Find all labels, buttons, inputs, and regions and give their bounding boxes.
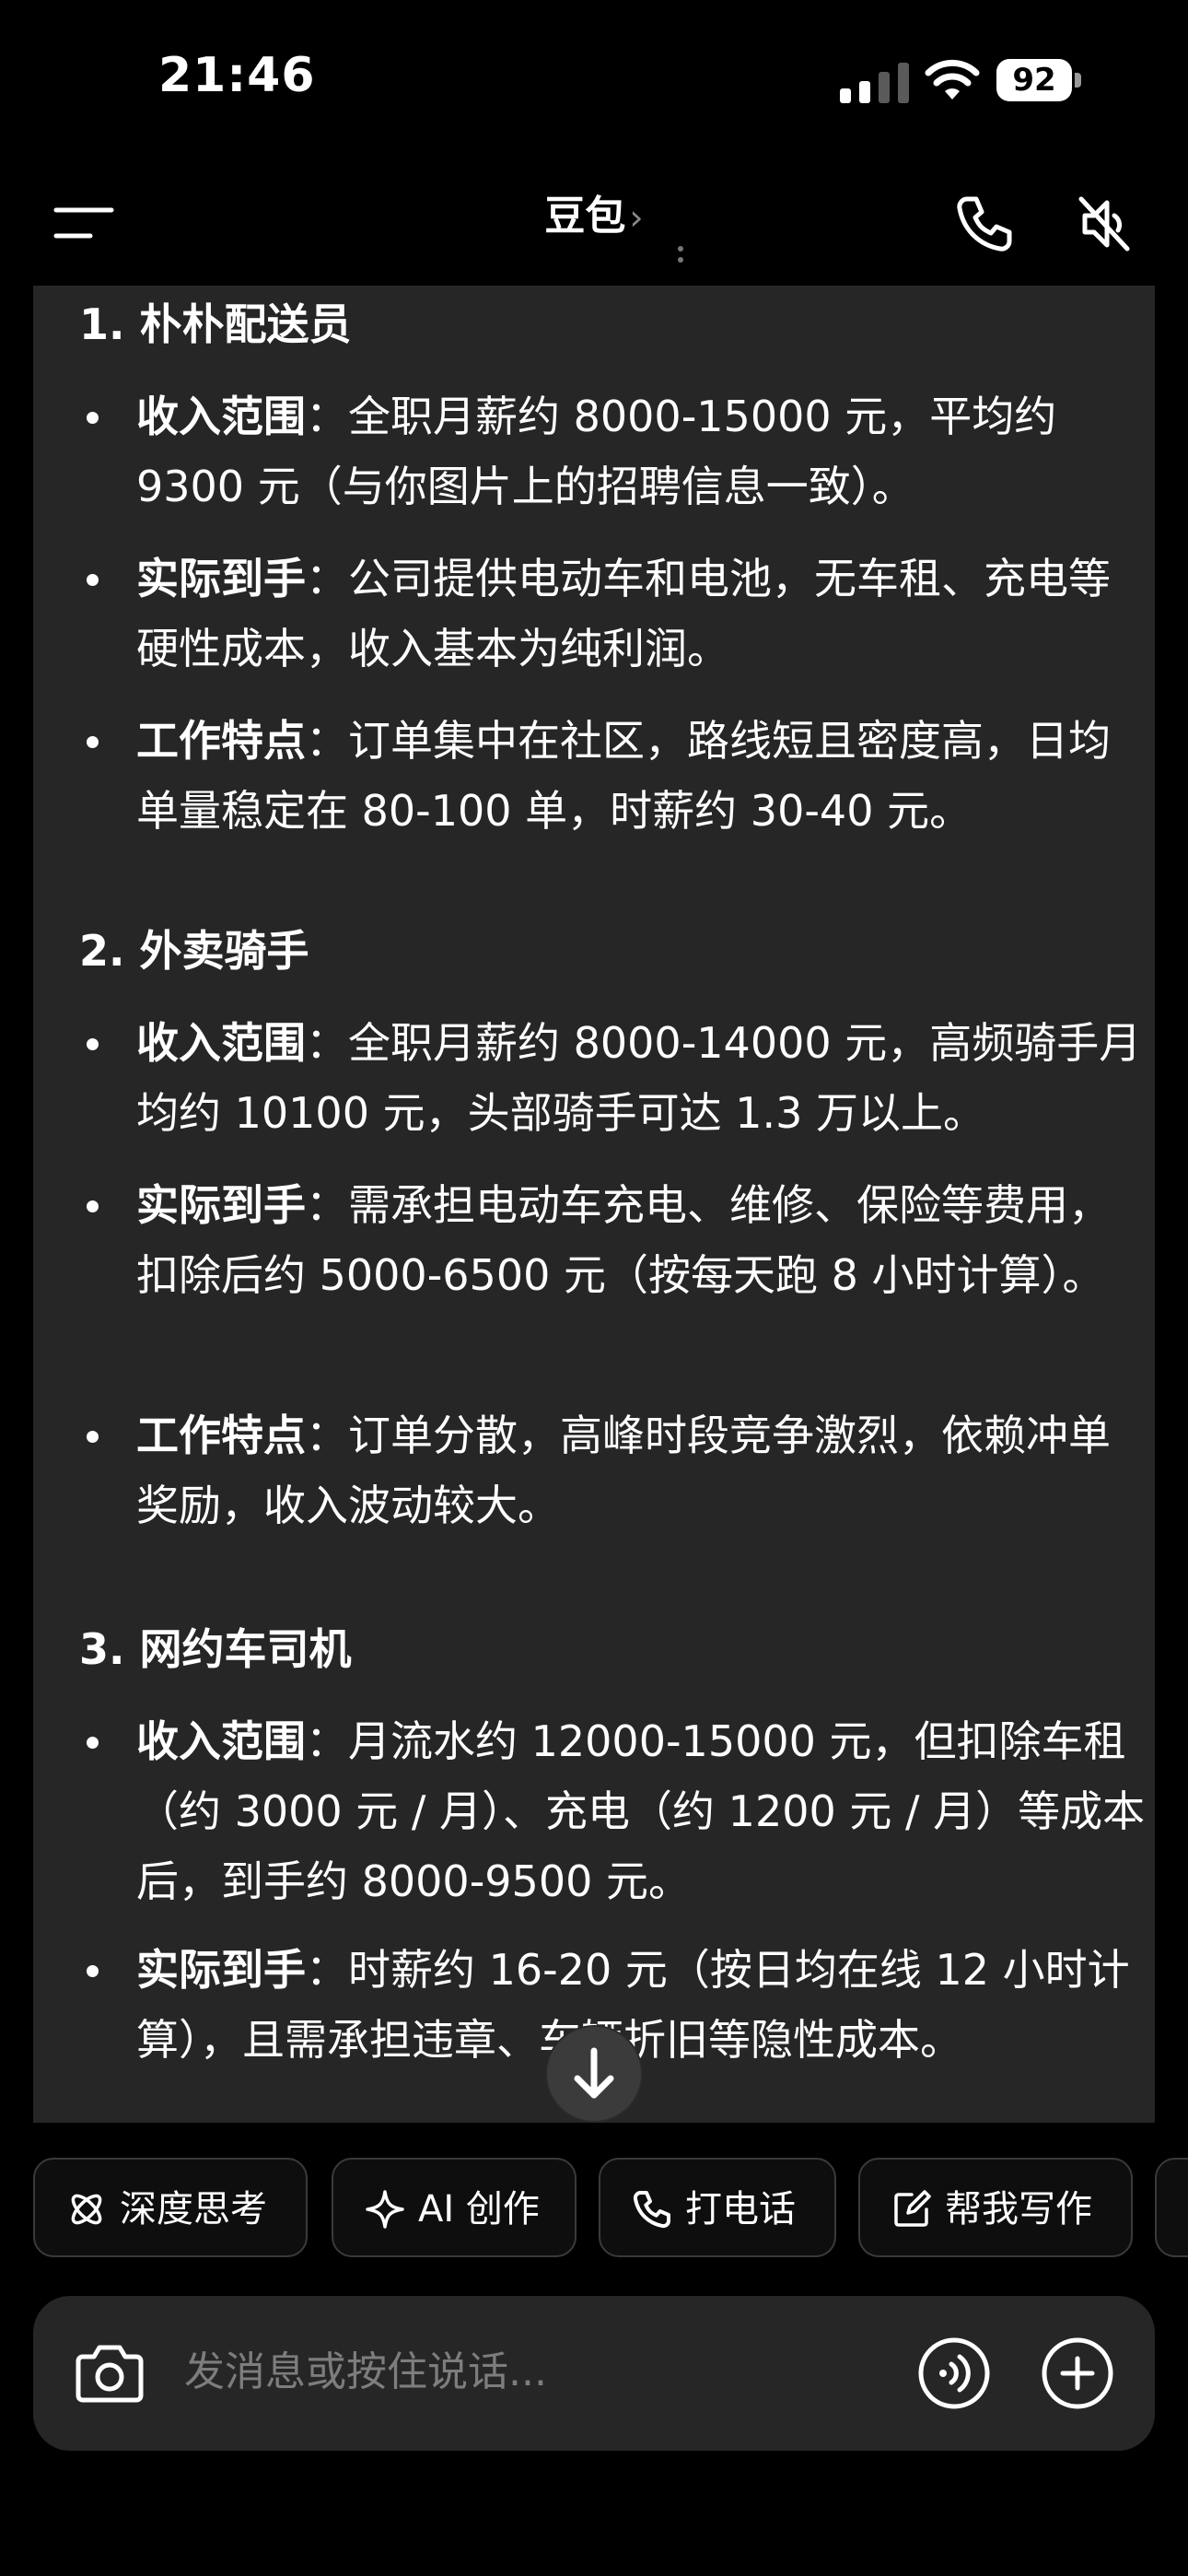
message-input[interactable]: 发消息或按住说话... <box>184 2340 547 2405</box>
list-item: 工作特点：订单集中在社区，路线短且密度高，日均单量稳定在 80-100 单，时薪… <box>87 706 1146 846</box>
section-title: 3. 网约车司机 <box>79 1624 352 1674</box>
chevron-right-icon: › <box>629 197 644 238</box>
battery-level: 92 <box>996 59 1072 101</box>
bullet-label: 工作特点 <box>136 716 306 766</box>
list-item: 工作特点：订单分散，高峰时段竞争激烈，依赖冲单奖励，收入波动较大。 <box>87 1400 1146 1540</box>
bullet-label: 收入范围 <box>136 1018 306 1068</box>
quick-actions-bar: 深度思考 AI 创作 打电话 帮我写作 <box>33 2158 1188 2261</box>
list-item: 收入范围：全职月薪约 8000-14000 元，高频骑手月均约 10100 元，… <box>87 1008 1146 1148</box>
status-bar: 21:46 92 <box>0 0 1188 157</box>
typing-indicator-icon <box>678 246 683 263</box>
chip-label: 打电话 <box>685 2188 796 2231</box>
signal-icon <box>840 63 909 103</box>
assistant-message: 1. 朴朴配送员 收入范围：全职月薪约 8000-15000 元，平均约 930… <box>33 286 1155 2123</box>
bullet-separator: ： <box>306 554 348 603</box>
bullet-label: 实际到手 <box>136 1180 306 1230</box>
camera-icon[interactable] <box>76 2342 144 2403</box>
phone-icon <box>633 2191 670 2229</box>
sparkle-icon <box>366 2190 404 2229</box>
chip-label: 深度思考 <box>120 2188 267 2231</box>
bullet-separator: ： <box>306 392 348 441</box>
bullet-label: 收入范围 <box>136 1716 306 1766</box>
bullet-dot <box>87 412 99 424</box>
list-item: 实际到手：公司提供电动车和电池，无车租、充电等硬性成本，收入基本为纯利润。 <box>87 544 1146 684</box>
list-item: 收入范围：月流水约 12000-15000 元，但扣除车租（约 3000 元 /… <box>87 1706 1146 1916</box>
bullet-separator: ： <box>306 716 348 766</box>
bullet-dot <box>87 1038 99 1050</box>
bullet-separator: ： <box>306 1411 348 1460</box>
bullet-label: 实际到手 <box>136 554 306 603</box>
bullet-dot <box>87 1200 99 1212</box>
bullet-separator: ： <box>306 1716 348 1766</box>
speaker-mute-icon[interactable] <box>1074 193 1135 254</box>
bullet-dot <box>87 1965 99 1977</box>
edit-icon <box>894 2190 931 2227</box>
section-title: 1. 朴朴配送员 <box>79 299 352 349</box>
chip-ai-create[interactable]: AI 创作 <box>332 2158 577 2257</box>
bullet-label: 收入范围 <box>136 392 306 441</box>
chat-title-text: 豆包 <box>544 193 626 240</box>
section-title: 2. 外卖骑手 <box>79 926 309 976</box>
bullet-dot <box>87 1431 99 1443</box>
plus-icon[interactable] <box>1041 2336 1114 2410</box>
wifi-icon <box>925 59 980 100</box>
status-time: 21:46 <box>158 48 316 103</box>
bullet-separator: ： <box>306 1180 348 1230</box>
atom-icon <box>71 2194 102 2225</box>
chip-write[interactable]: 帮我写作 <box>858 2158 1133 2257</box>
voice-wave-icon[interactable] <box>917 2336 991 2410</box>
list-item: 实际到手：需承担电动车充电、维修、保险等费用，扣除后约 5000-6500 元（… <box>87 1170 1146 1310</box>
phone-icon[interactable] <box>954 193 1015 254</box>
bullet-dot <box>87 1737 99 1749</box>
chat-header: 豆包 › <box>0 157 1188 286</box>
message-input-bar[interactable]: 发消息或按住说话... <box>33 2296 1155 2451</box>
bullet-separator: ： <box>306 1945 348 1995</box>
chip-label: 帮我写作 <box>945 2188 1092 2231</box>
scroll-to-bottom-button[interactable] <box>547 2027 641 2121</box>
bullet-label: 工作特点 <box>136 1411 306 1460</box>
chip-more[interactable] <box>1155 2158 1188 2257</box>
bullet-dot <box>87 574 99 586</box>
chip-call[interactable]: 打电话 <box>599 2158 836 2257</box>
bullet-separator: ： <box>306 1018 348 1068</box>
chip-label: AI 创作 <box>418 2188 540 2231</box>
bullet-dot <box>87 736 99 748</box>
list-item: 收入范围：全职月薪约 8000-15000 元，平均约 9300 元（与你图片上… <box>87 381 1146 521</box>
chip-deep-think[interactable]: 深度思考 <box>33 2158 308 2257</box>
battery-icon: 92 <box>996 59 1081 103</box>
bullet-label: 实际到手 <box>136 1945 306 1995</box>
